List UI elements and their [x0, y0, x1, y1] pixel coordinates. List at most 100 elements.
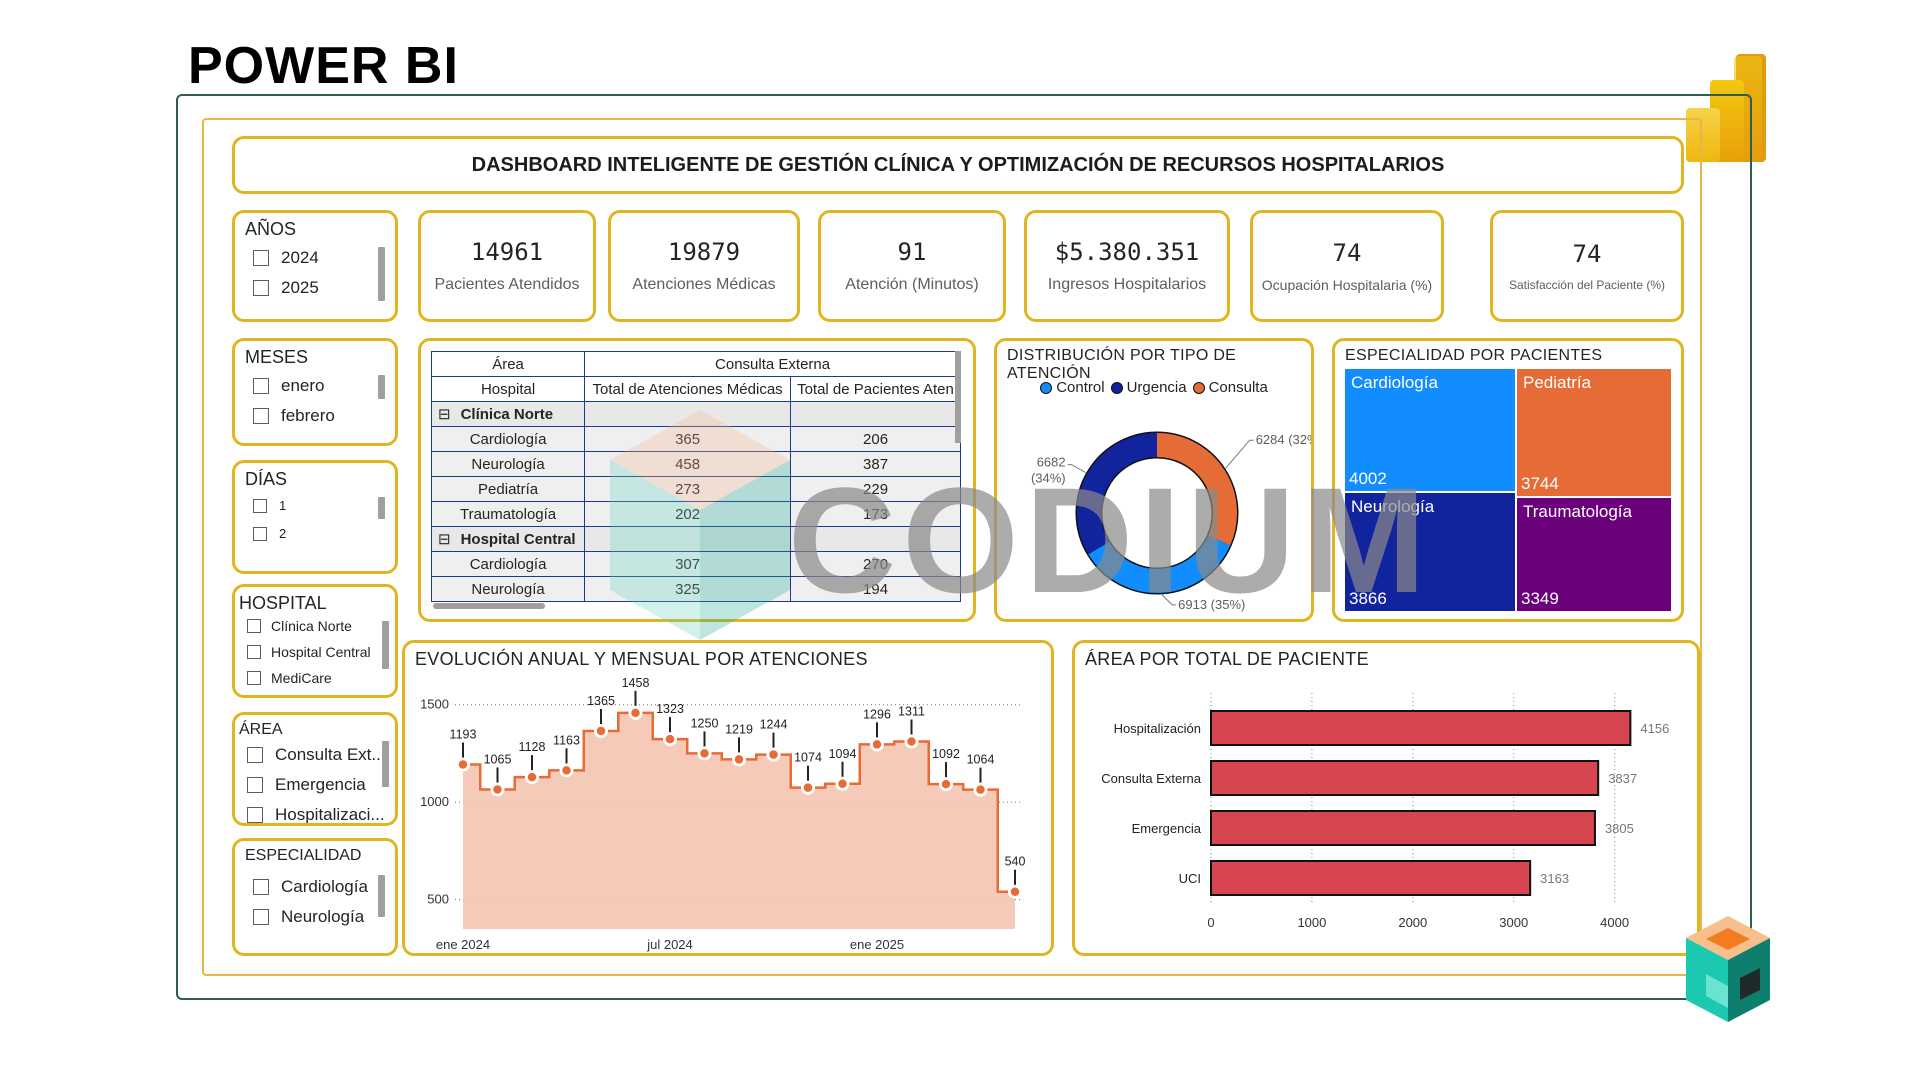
slicer-option-label: 2025	[281, 278, 319, 297]
donut-leader-line	[1067, 464, 1086, 474]
treemap-cell-neurología[interactable]: Neurología 3866	[1345, 493, 1515, 611]
area-chart-card: EVOLUCIÓN ANUAL Y MENSUAL POR ATENCIONES…	[402, 640, 1054, 956]
checkbox-icon[interactable]	[253, 498, 267, 513]
data-point[interactable]	[457, 758, 469, 771]
data-point[interactable]	[836, 778, 849, 790]
data-point[interactable]	[802, 781, 814, 794]
matrix-header-hospital[interactable]: Hospital	[431, 376, 586, 402]
data-point[interactable]	[491, 783, 504, 796]
bar[interactable]	[1210, 760, 1600, 796]
matrix-header-total-patients[interactable]: Total de Pacientes Aten	[790, 376, 961, 402]
slicer-years: AÑOS 2024 2025	[232, 210, 398, 322]
treemap-cell-pediatría[interactable]: Pediatría 3744	[1517, 369, 1671, 496]
matrix-row-label: Pediatría	[431, 476, 586, 502]
matrix-group-row[interactable]: ⊟ Hospital Central	[431, 526, 586, 552]
slicer-scrollbar[interactable]	[378, 497, 385, 519]
matrix-header-total-attentions[interactable]: Total de Atenciones Médicas	[584, 376, 792, 402]
collapse-icon[interactable]: ⊟	[438, 406, 451, 423]
donut-data-label: (34%)	[1031, 471, 1066, 486]
data-point[interactable]	[698, 747, 711, 760]
slicer-option-enero[interactable]: enero	[245, 376, 387, 396]
data-label: 1193	[450, 728, 477, 742]
matrix-horizontal-scrollbar[interactable]	[433, 603, 545, 609]
slicer-scrollbar[interactable]	[382, 741, 389, 787]
data-point[interactable]	[526, 771, 538, 783]
slicer-option-2[interactable]: 2	[245, 526, 387, 541]
checkbox-icon[interactable]	[247, 777, 263, 793]
category-label: UCI	[1179, 871, 1201, 886]
data-label: 1163	[553, 733, 580, 747]
data-point[interactable]	[974, 783, 987, 796]
checkbox-icon[interactable]	[253, 378, 269, 394]
matrix-group-row[interactable]: ⊟ Clínica Norte	[431, 401, 586, 427]
slicer-option-emergencia[interactable]: Emergencia	[239, 775, 387, 795]
bar[interactable]	[1210, 860, 1532, 896]
checkbox-icon[interactable]	[253, 879, 269, 895]
donut-slice-urgencia[interactable]	[1077, 433, 1158, 555]
slicer-option-clinica-norte[interactable]: Clínica Norte	[239, 618, 387, 634]
checkbox-icon[interactable]	[247, 747, 263, 763]
slicer-option-2024[interactable]: 2024	[245, 248, 387, 268]
data-point[interactable]	[664, 733, 676, 745]
slicer-scrollbar[interactable]	[378, 375, 385, 399]
slicer-option-1[interactable]: 1	[245, 498, 387, 513]
data-point[interactable]	[629, 707, 642, 719]
bar[interactable]	[1210, 710, 1632, 746]
data-point[interactable]	[940, 778, 952, 790]
data-point[interactable]	[871, 738, 883, 751]
slicer-option-febrero[interactable]: febrero	[245, 406, 387, 426]
collapse-icon[interactable]: ⊟	[438, 531, 451, 548]
slicer-option-consulta-externa[interactable]: Consulta Ext...	[239, 745, 387, 765]
checkbox-icon[interactable]	[253, 526, 267, 541]
slicer-title: MESES	[245, 347, 309, 367]
x-tick-label: 3000	[1499, 915, 1528, 930]
data-point[interactable]	[905, 735, 918, 748]
matrix-header-area[interactable]: Área	[431, 351, 586, 377]
data-label: 1244	[760, 718, 788, 732]
treemap-cell-traumatología[interactable]: Traumatología 3349	[1517, 498, 1671, 611]
matrix-cell: 365	[584, 426, 792, 452]
checkbox-icon[interactable]	[253, 250, 269, 266]
data-point[interactable]	[595, 725, 607, 737]
data-point[interactable]	[733, 753, 745, 766]
bar[interactable]	[1210, 810, 1596, 846]
slicer-option-hospitalizacion[interactable]: Hospitalizaci...	[239, 805, 387, 823]
slicer-option-2025[interactable]: 2025	[245, 278, 387, 298]
slicer-option-label: 1	[279, 498, 287, 513]
matrix-header-area-value[interactable]: Consulta Externa	[584, 351, 961, 377]
data-label: 1250	[691, 716, 719, 730]
slicer-option-label: MediCare	[271, 670, 332, 686]
checkbox-icon[interactable]	[247, 807, 263, 823]
checkbox-icon[interactable]	[247, 619, 261, 633]
slicer-scrollbar[interactable]	[378, 247, 385, 301]
checkbox-icon[interactable]	[253, 280, 269, 296]
data-label: 1094	[829, 747, 857, 761]
data-label: 3805	[1605, 821, 1634, 836]
checkbox-icon[interactable]	[247, 645, 261, 659]
dashboard-title: DASHBOARD INTELIGENTE DE GESTIÓN CLÍNICA…	[232, 136, 1684, 194]
slicer-scrollbar[interactable]	[378, 875, 385, 917]
chart-title: ESPECIALIDAD POR PACIENTES	[1345, 347, 1603, 364]
data-label: 1092	[932, 747, 960, 761]
checkbox-icon[interactable]	[247, 671, 261, 685]
kpi-label: Pacientes Atendidos	[434, 276, 580, 293]
donut-leader-line	[1161, 594, 1177, 606]
checkbox-icon[interactable]	[253, 909, 269, 925]
y-tick-label: 500	[427, 892, 449, 907]
slicer-option-hospital-central[interactable]: Hospital Central	[239, 644, 387, 660]
matrix-cell: 307	[584, 551, 792, 577]
matrix-vertical-scrollbar[interactable]	[955, 351, 961, 443]
slicer-option-cardiologia[interactable]: Cardiología	[245, 877, 387, 897]
kpi-label: Ingresos Hospitalarios	[1047, 276, 1207, 293]
slicer-option-neurologia[interactable]: Neurología	[245, 907, 387, 927]
data-point[interactable]	[560, 764, 573, 777]
slicer-option-medicare[interactable]: MediCare	[239, 670, 387, 686]
checkbox-icon[interactable]	[253, 408, 269, 424]
data-point[interactable]	[1009, 885, 1021, 898]
treemap-cell-label: Pediatría	[1523, 373, 1592, 392]
x-tick-label: jul 2024	[646, 937, 693, 952]
treemap-cell-cardiología[interactable]: Cardiología 4002	[1345, 369, 1515, 491]
slicer-scrollbar[interactable]	[382, 621, 389, 669]
data-point[interactable]	[767, 748, 780, 761]
treemap-cell-label: Cardiología	[1351, 373, 1438, 392]
